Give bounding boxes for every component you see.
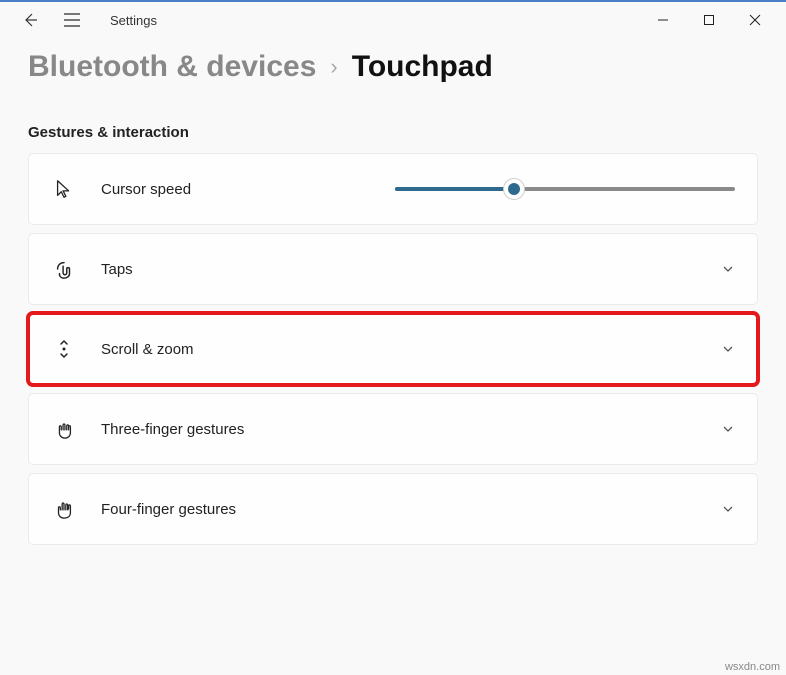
cursor-icon bbox=[51, 176, 77, 202]
three-finger-icon bbox=[51, 416, 77, 442]
four-finger-label: Four-finger gestures bbox=[101, 501, 236, 518]
cursor-speed-slider[interactable] bbox=[395, 187, 735, 191]
scroll-zoom-row[interactable]: Scroll & zoom bbox=[28, 313, 758, 385]
four-finger-icon bbox=[51, 496, 77, 522]
menu-button[interactable] bbox=[62, 10, 82, 30]
back-button[interactable] bbox=[20, 10, 40, 30]
minimize-button[interactable] bbox=[640, 5, 686, 35]
chevron-right-icon: › bbox=[330, 54, 337, 80]
app-title: Settings bbox=[110, 13, 157, 28]
arrow-left-icon bbox=[22, 12, 38, 28]
cursor-speed-label: Cursor speed bbox=[101, 181, 191, 198]
breadcrumb: Bluetooth & devices › Touchpad bbox=[0, 38, 786, 124]
chevron-down-icon bbox=[721, 342, 735, 356]
breadcrumb-parent[interactable]: Bluetooth & devices bbox=[28, 50, 316, 84]
three-finger-row[interactable]: Three-finger gestures bbox=[28, 393, 758, 465]
settings-list: Cursor speed Taps Scroll & zoom Three-fi bbox=[0, 153, 786, 545]
maximize-button[interactable] bbox=[686, 5, 732, 35]
scroll-zoom-label: Scroll & zoom bbox=[101, 341, 194, 358]
tap-icon bbox=[51, 256, 77, 282]
cursor-speed-row: Cursor speed bbox=[28, 153, 758, 225]
chevron-down-icon bbox=[721, 262, 735, 276]
minimize-icon bbox=[657, 14, 669, 26]
taps-label: Taps bbox=[101, 261, 133, 278]
close-button[interactable] bbox=[732, 5, 778, 35]
section-title: Gestures & interaction bbox=[0, 124, 786, 153]
hamburger-icon bbox=[64, 13, 80, 27]
titlebar: Settings bbox=[0, 0, 786, 38]
chevron-down-icon bbox=[721, 422, 735, 436]
taps-row[interactable]: Taps bbox=[28, 233, 758, 305]
breadcrumb-current: Touchpad bbox=[352, 50, 493, 84]
watermark: wsxdn.com bbox=[725, 661, 780, 673]
chevron-down-icon bbox=[721, 502, 735, 516]
titlebar-left: Settings bbox=[20, 10, 157, 30]
window-controls bbox=[640, 5, 778, 35]
three-finger-label: Three-finger gestures bbox=[101, 421, 244, 438]
close-icon bbox=[749, 14, 761, 26]
four-finger-row[interactable]: Four-finger gestures bbox=[28, 473, 758, 545]
maximize-icon bbox=[703, 14, 715, 26]
scroll-icon bbox=[51, 336, 77, 362]
